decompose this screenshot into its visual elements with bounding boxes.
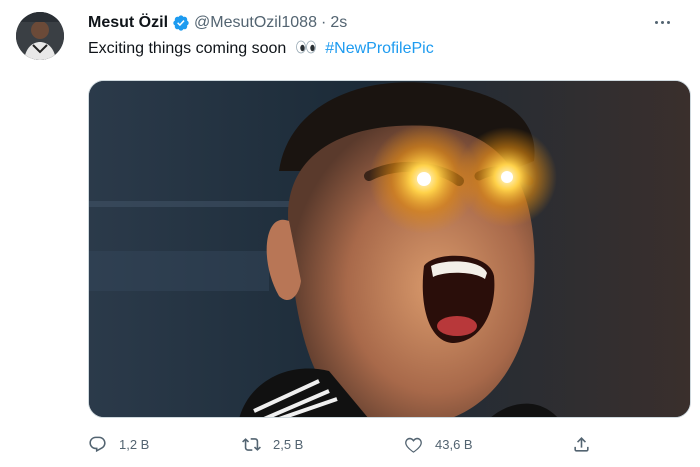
reply-button[interactable]: 1,2 B xyxy=(88,430,149,458)
timestamp[interactable]: 2s xyxy=(330,14,347,32)
tweet-text: Exciting things coming soon #NewProfileP… xyxy=(88,38,434,60)
like-count: 43,6 B xyxy=(435,436,473,452)
like-button[interactable]: 43,6 B xyxy=(404,430,473,458)
retweet-button[interactable]: 2,5 B xyxy=(242,430,303,458)
reply-icon xyxy=(88,435,107,454)
author-handle[interactable]: @MesutOzil1088 xyxy=(194,14,317,32)
retweet-count: 2,5 B xyxy=(273,436,304,452)
hashtag-link[interactable]: #NewProfilePic xyxy=(325,40,433,57)
share-icon xyxy=(572,435,591,454)
share-button[interactable] xyxy=(572,430,591,458)
verified-badge-icon xyxy=(172,14,190,32)
tweet[interactable]: Mesut Özil @MesutOzil1088 · 2s Exciting … xyxy=(0,0,700,467)
tweet-header: Mesut Özil @MesutOzil1088 · 2s xyxy=(88,12,347,34)
heart-icon xyxy=(404,435,423,454)
avatar[interactable] xyxy=(16,12,64,60)
separator-dot: · xyxy=(320,14,327,31)
eyes-emoji-icon xyxy=(295,40,317,54)
more-options-icon[interactable] xyxy=(650,12,674,32)
tweet-actions: 1,2 B 2,5 B 43,6 B xyxy=(88,430,608,458)
tweet-image[interactable] xyxy=(88,80,691,418)
author-name[interactable]: Mesut Özil xyxy=(88,14,168,32)
retweet-icon xyxy=(242,435,261,454)
tweet-body: Exciting things coming soon xyxy=(88,40,287,57)
reply-count: 1,2 B xyxy=(119,436,150,452)
